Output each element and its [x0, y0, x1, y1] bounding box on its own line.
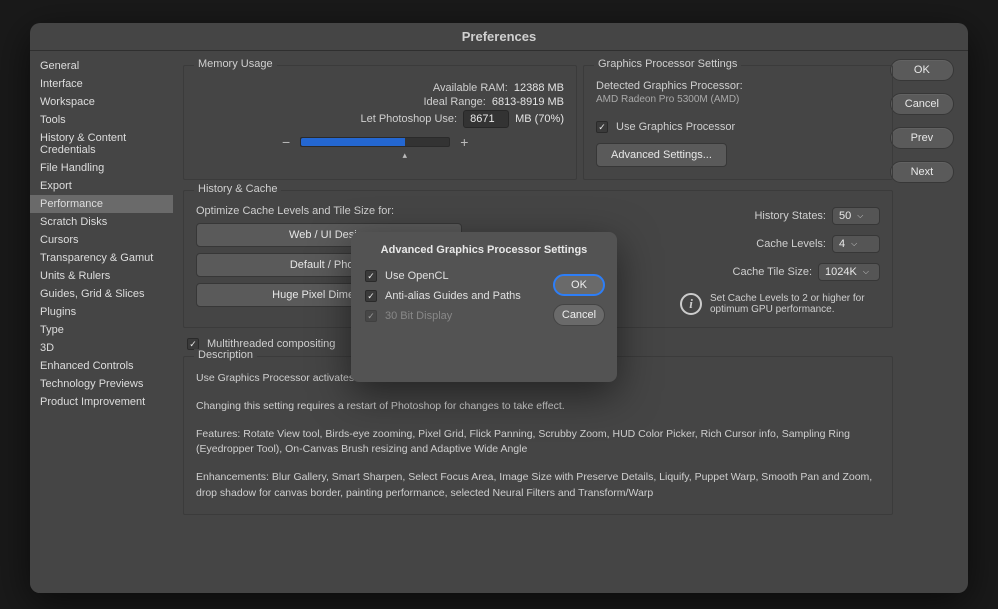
available-ram-label: Available RAM: [196, 82, 508, 94]
sidebar-item-tools[interactable]: Tools [30, 111, 173, 129]
description-line2: Changing this setting requires a restart… [196, 399, 880, 415]
sidebar-item-transparency-gamut[interactable]: Transparency & Gamut [30, 249, 173, 267]
opencl-label: Use OpenCL [385, 270, 449, 282]
sidebar-item-guides-grid-slices[interactable]: Guides, Grid & Slices [30, 285, 173, 303]
description-panel-title: Description [194, 349, 257, 361]
memory-input[interactable] [463, 110, 509, 128]
ok-button[interactable]: OK [890, 59, 954, 81]
sidebar-item-technology-previews[interactable]: Technology Previews [30, 375, 173, 393]
history-panel-title: History & Cache [194, 183, 281, 195]
cache-tile-label: Cache Tile Size: [680, 266, 812, 278]
sidebar-item-interface[interactable]: Interface [30, 75, 173, 93]
sidebar-item-enhanced-controls[interactable]: Enhanced Controls [30, 357, 173, 375]
use-gpu-label: Use Graphics Processor [616, 121, 735, 133]
antialias-checkbox[interactable] [365, 290, 377, 302]
sidebar-item-file-handling[interactable]: File Handling [30, 159, 173, 177]
cache-tile-dropdown[interactable]: 1024K⌵ [818, 263, 880, 281]
opencl-checkbox[interactable] [365, 270, 377, 282]
sidebar-item-units-rulers[interactable]: Units & Rulers [30, 267, 173, 285]
sidebar-item-history-content-credentials[interactable]: History & Content Credentials [30, 129, 173, 159]
description-line3: Features: Rotate View tool, Birds-eye zo… [196, 427, 880, 459]
sidebar-item-cursors[interactable]: Cursors [30, 231, 173, 249]
detected-gpu-label: Detected Graphics Processor: [596, 80, 880, 92]
modal-title: Advanced Graphics Processor Settings [365, 244, 603, 256]
sidebar-item-general[interactable]: General [30, 57, 173, 75]
chevron-down-icon: ⌵ [863, 267, 869, 277]
plus-icon[interactable]: + [460, 134, 468, 150]
preferences-sidebar: GeneralInterfaceWorkspaceToolsHistory & … [30, 51, 173, 593]
use-gpu-checkbox[interactable] [596, 121, 608, 133]
chevron-down-icon: ⌵ [851, 239, 857, 249]
sidebar-item-performance[interactable]: Performance [30, 195, 173, 213]
sidebar-item-export[interactable]: Export [30, 177, 173, 195]
sidebar-item-3d[interactable]: 3D [30, 339, 173, 357]
bit30-label: 30 Bit Display [385, 310, 452, 322]
sidebar-item-scratch-disks[interactable]: Scratch Disks [30, 213, 173, 231]
antialias-label: Anti-alias Guides and Paths [385, 290, 521, 302]
modal-ok-button[interactable]: OK [553, 274, 605, 296]
memory-slider[interactable]: ▴ [300, 137, 450, 147]
ideal-range-value: 6813-8919 MB [492, 96, 564, 108]
chevron-down-icon: ⌵ [857, 211, 863, 221]
info-icon: i [680, 293, 702, 315]
let-photoshop-label: Let Photoshop Use: [196, 113, 457, 125]
sidebar-item-workspace[interactable]: Workspace [30, 93, 173, 111]
cache-levels-label: Cache Levels: [680, 238, 826, 250]
prev-button[interactable]: Prev [890, 127, 954, 149]
bit30-checkbox [365, 310, 377, 322]
advanced-settings-button[interactable]: Advanced Settings... [596, 143, 727, 167]
sidebar-item-product-improvement[interactable]: Product Improvement [30, 393, 173, 411]
memory-panel-title: Memory Usage [194, 58, 277, 70]
optimize-label: Optimize Cache Levels and Tile Size for: [196, 205, 650, 217]
window-title: Preferences [30, 23, 968, 51]
detected-gpu-value: AMD Radeon Pro 5300M (AMD) [596, 94, 880, 105]
cache-levels-dropdown[interactable]: 4⌵ [832, 235, 880, 253]
sidebar-item-plugins[interactable]: Plugins [30, 303, 173, 321]
modal-cancel-button[interactable]: Cancel [553, 304, 605, 326]
cache-info-text: Set Cache Levels to 2 or higher for opti… [710, 293, 870, 315]
sidebar-item-type[interactable]: Type [30, 321, 173, 339]
history-states-label: History States: [680, 210, 826, 222]
ideal-range-label: Ideal Range: [196, 96, 486, 108]
next-button[interactable]: Next [890, 161, 954, 183]
history-states-dropdown[interactable]: 50⌵ [832, 207, 880, 225]
advanced-gpu-modal: Advanced Graphics Processor Settings Use… [351, 232, 617, 382]
cancel-button[interactable]: Cancel [890, 93, 954, 115]
slider-thumb-icon: ▴ [403, 150, 408, 161]
memory-suffix: MB (70%) [515, 113, 564, 125]
gpu-panel-title: Graphics Processor Settings [594, 58, 741, 70]
minus-icon[interactable]: − [282, 134, 290, 150]
description-line4: Enhancements: Blur Gallery, Smart Sharpe… [196, 470, 880, 502]
available-ram-value: 12388 MB [514, 82, 564, 94]
